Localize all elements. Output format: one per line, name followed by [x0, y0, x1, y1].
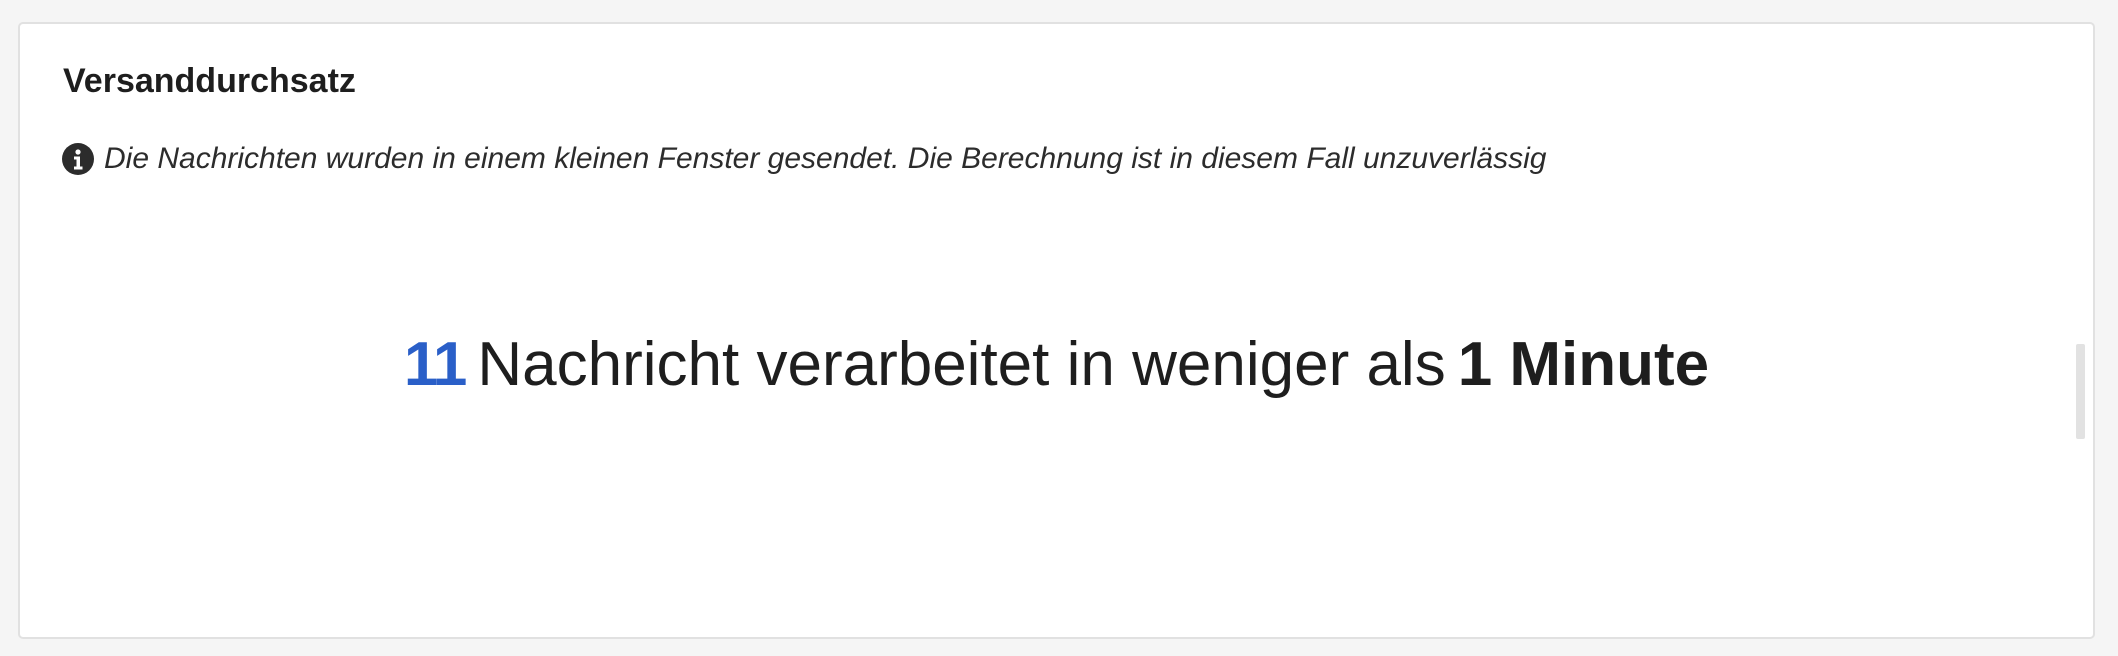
info-icon	[62, 143, 94, 175]
scrollbar-thumb[interactable]	[2076, 344, 2085, 439]
metric-duration: 1 Minute	[1457, 330, 1710, 399]
info-notice: Die Nachrichten wurden in einem kleinen …	[62, 142, 1546, 176]
card-title: Versanddurchsatz	[63, 62, 356, 100]
info-message: Die Nachrichten wurden in einem kleinen …	[104, 142, 1547, 175]
throughput-card: Versanddurchsatz Die Nachrichten wurden …	[18, 22, 2095, 639]
throughput-metric: 11 Nachricht verarbeitet in weniger als 1 …	[20, 334, 2093, 396]
message-count: 11	[403, 330, 468, 399]
metric-label: Nachricht verarbeitet in weniger als	[477, 330, 1446, 399]
